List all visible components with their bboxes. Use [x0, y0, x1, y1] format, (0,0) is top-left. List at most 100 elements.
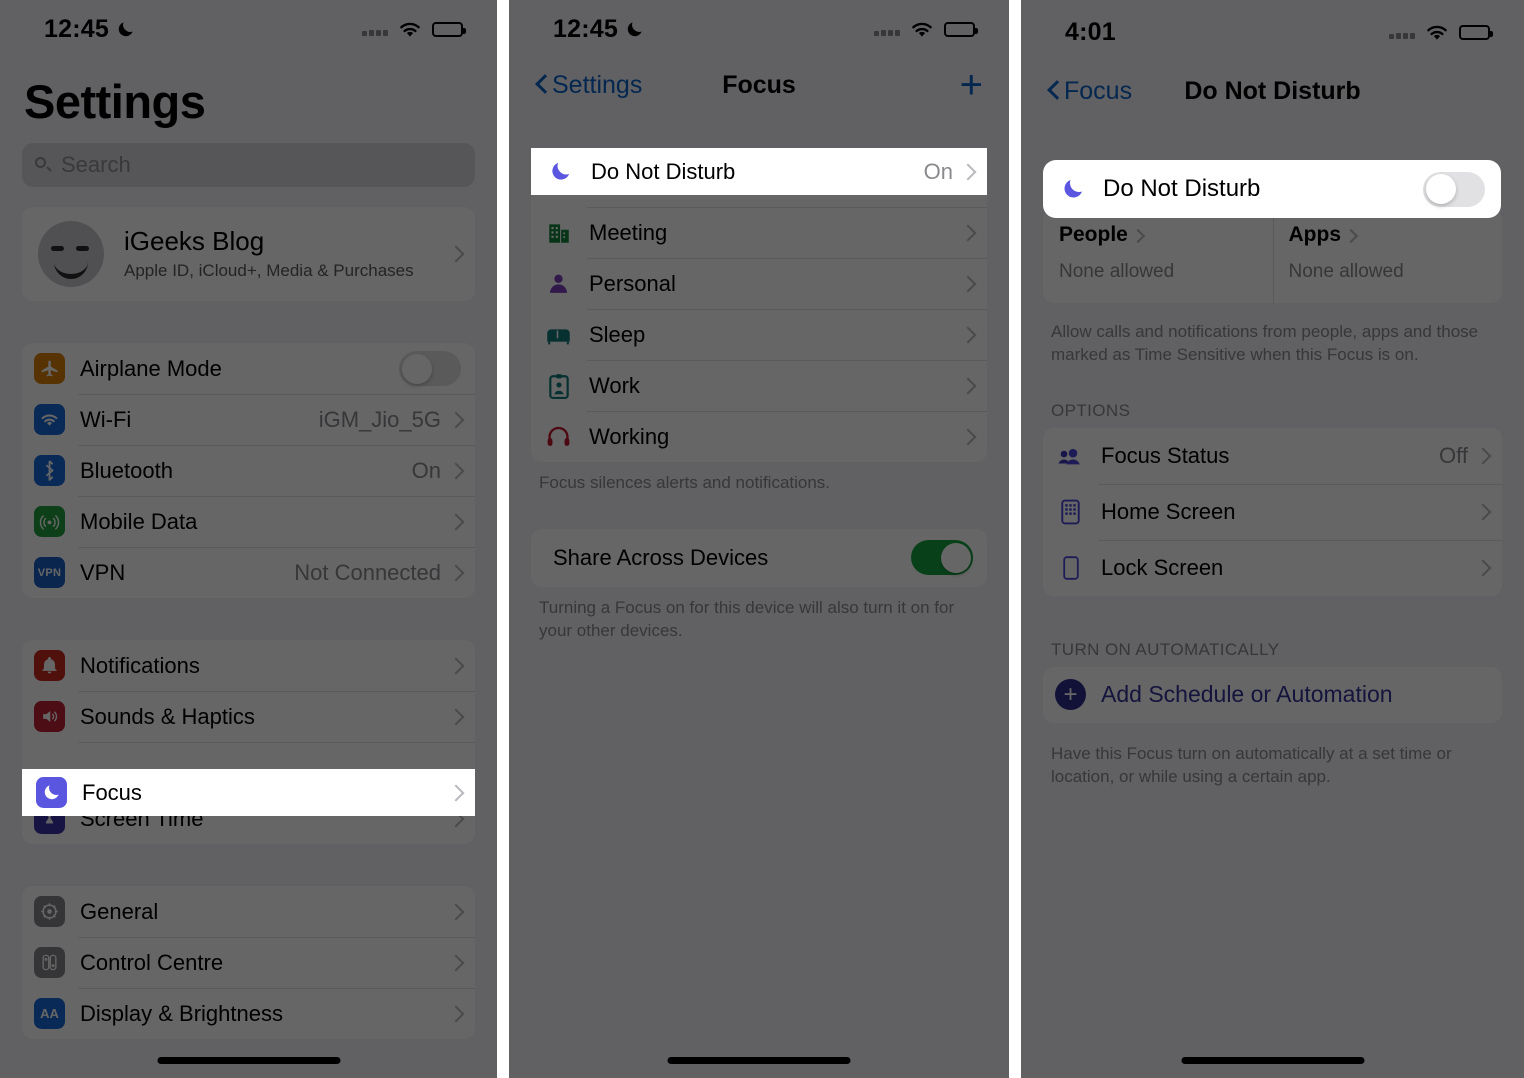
- turn-on-automatically-header: TURN ON AUTOMATICALLY: [1051, 639, 1280, 659]
- chevron-right-icon: [962, 377, 973, 395]
- add-schedule-or-automation-row[interactable]: + Add Schedule or Automation: [1043, 667, 1502, 723]
- focus-row-label: Personal: [589, 270, 676, 296]
- settings-row-general[interactable]: General: [22, 886, 475, 937]
- status-indicators: [362, 20, 466, 39]
- status-time-group: 4:01: [1065, 18, 1116, 47]
- chevron-right-icon: [1133, 228, 1144, 243]
- chevron-right-icon: [962, 224, 973, 242]
- apple-id-row[interactable]: iGeeks Blog Apple ID, iCloud+, Media & P…: [22, 207, 475, 301]
- turn-on-automatically-footnote: Have this Focus turn on automatically at…: [1051, 743, 1452, 786]
- status-time: 12:45: [44, 14, 109, 43]
- settings-row-label: Sounds & Haptics: [80, 703, 255, 729]
- battery-full-icon: [1459, 24, 1493, 40]
- system-group: General Control Centre AA Display & Brig…: [22, 886, 475, 1039]
- panel-settings: 12:45 Settings Search iGeeks Blog Apple …: [0, 0, 497, 1078]
- settings-row-value: On: [411, 457, 441, 483]
- profile-card[interactable]: iGeeks Blog Apple ID, iCloud+, Media & P…: [22, 207, 475, 301]
- allowed-apps-title: Apps: [1288, 223, 1342, 246]
- settings-row-value: Not Connected: [294, 559, 441, 585]
- battery-half-icon: [944, 21, 978, 37]
- search-icon: [34, 156, 52, 174]
- turn-on-automatically-group: + Add Schedule or Automation: [1043, 666, 1502, 723]
- settings-row-label: Airplane Mode: [80, 355, 222, 381]
- settings-row-label: Notifications: [80, 652, 200, 678]
- status-indicators: [1389, 23, 1493, 42]
- signal-bars-icon: [1389, 26, 1415, 39]
- bluetooth-icon: [34, 455, 65, 486]
- option-row-lock-screen[interactable]: Lock Screen: [1043, 539, 1502, 596]
- signal-bars-icon: [362, 23, 388, 36]
- settings-row-label: Bluetooth: [80, 457, 173, 483]
- option-row-label: Lock Screen: [1101, 554, 1224, 580]
- focus-row-label: Do Not Disturb: [591, 158, 736, 184]
- status-indicators: [874, 20, 978, 39]
- allowed-people-cell[interactable]: People None allowed: [1043, 209, 1273, 303]
- nav-title: Focus: [722, 70, 796, 99]
- chevron-right-icon: [450, 462, 461, 480]
- search-input[interactable]: Search: [22, 143, 475, 187]
- badge-icon: [543, 370, 574, 401]
- status-bar: 12:45: [509, 0, 1009, 58]
- allowed-notifications-card: People None allowed Apps None allowed: [1043, 209, 1502, 303]
- profile-name: iGeeks Blog: [124, 226, 265, 257]
- settings-row-wifi[interactable]: Wi-Fi iGM_Jio_5G: [22, 394, 475, 445]
- dnd-toggle-card[interactable]: Do Not Disturb: [1043, 160, 1501, 218]
- focus-row-personal[interactable]: Personal: [531, 258, 987, 309]
- chevron-right-icon: [450, 564, 461, 582]
- chevron-right-icon: [962, 326, 973, 344]
- chevron-right-icon: [1477, 559, 1488, 577]
- share-across-devices-row[interactable]: Share Across Devices: [531, 529, 987, 587]
- settings-row-vpn[interactable]: VPN VPN Not Connected: [22, 547, 475, 598]
- gear-icon: [34, 896, 65, 927]
- allowed-apps-cell[interactable]: Apps None allowed: [1272, 209, 1503, 303]
- focus-row-work[interactable]: Work: [531, 360, 987, 411]
- bed-icon: [543, 319, 574, 350]
- focus-row-label: Sleep: [589, 321, 646, 347]
- airplane-icon: [34, 353, 65, 384]
- home-indicator: [157, 1057, 340, 1064]
- chevron-right-icon: [962, 428, 973, 446]
- cellular-icon: [34, 506, 65, 537]
- settings-row-label: Focus: [82, 779, 142, 805]
- allowed-people-subtitle: None allowed: [1059, 261, 1175, 282]
- option-row-focus-status[interactable]: Focus Status Off: [1043, 428, 1502, 484]
- display-brightness-icon: AA: [34, 998, 65, 1029]
- settings-row-label: Wi-Fi: [80, 406, 132, 432]
- nav-bar: Focus Do Not Disturb: [1021, 64, 1524, 118]
- settings-row-airplane-mode[interactable]: Airplane Mode: [22, 343, 475, 394]
- status-time-group: 12:45: [44, 15, 135, 44]
- focus-row-working[interactable]: Working: [531, 411, 987, 462]
- chevron-right-icon: [450, 954, 461, 972]
- focus-row-label: Work: [589, 372, 640, 398]
- status-time-group: 12:45: [553, 15, 644, 44]
- chevron-right-icon: [450, 903, 461, 921]
- allowed-people-title: People: [1059, 223, 1128, 246]
- settings-row-sounds-haptics[interactable]: Sounds & Haptics: [22, 691, 475, 742]
- option-row-value: Off: [1439, 442, 1468, 468]
- settings-row-control-centre[interactable]: Control Centre: [22, 937, 475, 988]
- share-across-devices-toggle[interactable]: [911, 540, 973, 576]
- airplane-mode-toggle[interactable]: [399, 351, 461, 386]
- settings-row-notifications[interactable]: Notifications: [22, 640, 475, 691]
- settings-row-bluetooth[interactable]: Bluetooth On: [22, 445, 475, 496]
- wifi-icon: [912, 22, 932, 37]
- nav-bar: Settings Focus +: [509, 58, 1009, 112]
- option-row-home-screen[interactable]: Home Screen: [1043, 483, 1502, 540]
- allowed-apps-subtitle: None allowed: [1288, 261, 1404, 282]
- focus-row-sleep[interactable]: Sleep: [531, 309, 987, 360]
- nav-title: Do Not Disturb: [1184, 76, 1361, 105]
- focus-row-label: Working: [589, 423, 670, 449]
- home-screen-icon: [1055, 496, 1086, 527]
- dnd-toggle[interactable]: [1423, 171, 1485, 207]
- person-icon: [543, 268, 574, 299]
- share-across-devices-group: Share Across Devices: [531, 528, 987, 587]
- settings-row-mobile-data[interactable]: Mobile Data: [22, 496, 475, 547]
- focus-row-do-not-disturb[interactable]: Do Not Disturb On: [531, 148, 987, 195]
- focus-row-meeting[interactable]: Meeting: [531, 207, 987, 258]
- settings-row-display-brightness[interactable]: AA Display & Brightness: [22, 988, 475, 1039]
- search-placeholder: Search: [61, 152, 131, 177]
- settings-row-focus[interactable]: Focus: [22, 769, 475, 816]
- wifi-icon: [400, 22, 420, 37]
- chevron-right-icon: [1346, 228, 1357, 243]
- add-focus-button[interactable]: +: [960, 65, 983, 105]
